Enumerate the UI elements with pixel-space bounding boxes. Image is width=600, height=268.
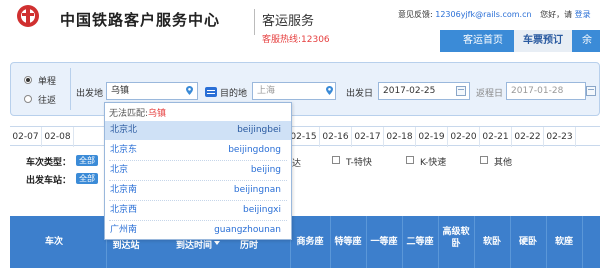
return-date-input[interactable]: 2017-01-28 — [506, 82, 586, 100]
search-divider — [70, 68, 71, 110]
date-tab[interactable]: 02-15 — [288, 127, 320, 147]
suggestion-name: 广州南 — [110, 225, 138, 235]
suggestion-item[interactable]: 广州南 guangzhounan — [105, 221, 291, 240]
top-nav: 客运首页 车票预订 余 — [0, 30, 600, 52]
date-tab[interactable]: 02-17 — [352, 127, 384, 147]
login-link[interactable]: 登录 — [575, 10, 591, 19]
col-special: 特等座 — [334, 237, 362, 247]
suggestion-name: 北京北 — [110, 125, 138, 135]
col-soft-sleeper: 软卧 — [482, 237, 501, 247]
date-tab[interactable]: 02-21 — [480, 127, 512, 147]
location-pin-icon — [326, 86, 333, 95]
swap-stations-icon[interactable] — [205, 87, 217, 97]
to-label: 目的地 — [220, 89, 248, 99]
col-train: 车次 — [44, 237, 63, 247]
no-match-keyword: 乌镇 — [148, 109, 167, 119]
railway-logo-icon — [17, 5, 39, 27]
calendar-icon[interactable] — [456, 86, 466, 96]
col-second: 二等座 — [406, 237, 434, 247]
suggestion-pinyin: beijingnan — [233, 185, 281, 195]
roundtrip-label: 往返 — [38, 96, 57, 106]
dropdown-header: 无法匹配:乌镇 — [109, 106, 166, 119]
t-fast-checkbox[interactable] — [332, 156, 340, 164]
station-suggestion-dropdown: 无法匹配:乌镇 北京北 beijingbei 北京东 beijingdong 北… — [104, 102, 292, 240]
date-tab[interactable]: 02-16 — [320, 127, 352, 147]
suggestion-item[interactable]: 北京东 beijingdong — [105, 141, 291, 160]
t-fast-label: T-特快 — [346, 158, 372, 168]
date-tab[interactable]: 02-08 — [42, 127, 74, 147]
from-label: 出发地 — [76, 89, 104, 99]
col-hard-sleeper: 硬卧 — [518, 237, 537, 247]
from-station-input[interactable]: 乌镇 — [106, 82, 198, 100]
date-strip: 02-07 02-08 02-15 02-16 02-17 02-18 02-1… — [10, 126, 600, 147]
suggestion-name: 北京 — [110, 165, 129, 175]
col-separator — [582, 216, 583, 268]
suggestion-pinyin: beijingbei — [237, 125, 281, 135]
header: 中国铁路客户服务中心 客运服务 客服热线:12306 意见反馈: 12306yj… — [0, 0, 600, 45]
no-match-label: 无法匹配: — [109, 109, 149, 119]
nav-ticket[interactable]: 车票预订 — [514, 30, 572, 52]
suggestion-name: 北京西 — [110, 205, 138, 215]
suggestion-name: 北京东 — [110, 145, 138, 155]
nav-more[interactable]: 余 — [574, 30, 600, 52]
suggestion-item[interactable]: 北京 beijing — [105, 161, 291, 180]
oneway-radio[interactable] — [24, 76, 32, 84]
results-table-header: 车次 到达站 到达时间 历时 商务座 特等座 一等座 二等座 高级软卧 软卧 硬… — [10, 216, 600, 268]
greeting: 您好，请 — [540, 10, 573, 19]
service-title: 客运服务 — [262, 14, 315, 29]
suggestion-item[interactable]: 北京南 beijingnan — [105, 181, 291, 200]
suggestion-item[interactable]: 北京西 beijingxi — [105, 201, 291, 220]
depart-label: 出发日 — [346, 89, 374, 99]
other-checkbox[interactable] — [480, 156, 488, 164]
suggestion-item[interactable]: 北京北 beijingbei — [105, 121, 291, 140]
date-tab[interactable]: 02-23 — [544, 127, 576, 147]
train-type-all-button[interactable]: 全部 — [76, 155, 98, 166]
station-all-button[interactable]: 全部 — [76, 173, 98, 184]
feedback-email-link[interactable]: 12306yjfk@rails.com.cn — [435, 10, 531, 19]
suggestion-pinyin: beijing — [250, 165, 281, 175]
station-label: 出发车站： — [26, 176, 72, 186]
calendar-icon[interactable] — [586, 86, 596, 96]
col-first: 一等座 — [370, 237, 398, 247]
col-senior-soft: 高级软卧 — [442, 227, 470, 249]
col-soft-seat: 软座 — [554, 237, 573, 247]
col-separator — [438, 216, 439, 268]
roundtrip-radio[interactable] — [24, 95, 32, 103]
oneway-label: 单程 — [38, 77, 57, 87]
sort-down-icon — [214, 241, 220, 245]
suggestion-pinyin: guangzhounan — [214, 225, 281, 235]
col-business: 商务座 — [296, 237, 324, 247]
suggestion-name: 北京南 — [110, 185, 138, 195]
k-fast-checkbox[interactable] — [406, 156, 414, 164]
feedback: 意见反馈: 12306yjfk@rails.com.cn 您好，请 登录 — [398, 9, 591, 20]
date-tab[interactable]: 02-20 — [448, 127, 480, 147]
other-label: 其他 — [494, 158, 513, 168]
feedback-label: 意见反馈: — [398, 10, 433, 19]
logo-text: 中国铁路客户服务中心 — [60, 11, 221, 29]
location-pin-icon — [186, 86, 193, 95]
date-tab[interactable]: 02-19 — [416, 127, 448, 147]
suggestion-pinyin: beijingdong — [228, 145, 281, 155]
k-fast-label: K-快速 — [420, 158, 447, 168]
return-label: 返程日 — [476, 89, 504, 99]
train-type-label: 车次类型： — [26, 158, 72, 168]
to-station-input[interactable]: 上海 — [252, 82, 336, 100]
date-tab[interactable]: 02-22 — [512, 127, 544, 147]
suggestion-pinyin: beijingxi — [243, 205, 281, 215]
date-tab[interactable]: 02-07 — [10, 127, 42, 147]
nav-home[interactable]: 客运首页 — [454, 30, 512, 52]
date-tab[interactable]: 02-18 — [384, 127, 416, 147]
